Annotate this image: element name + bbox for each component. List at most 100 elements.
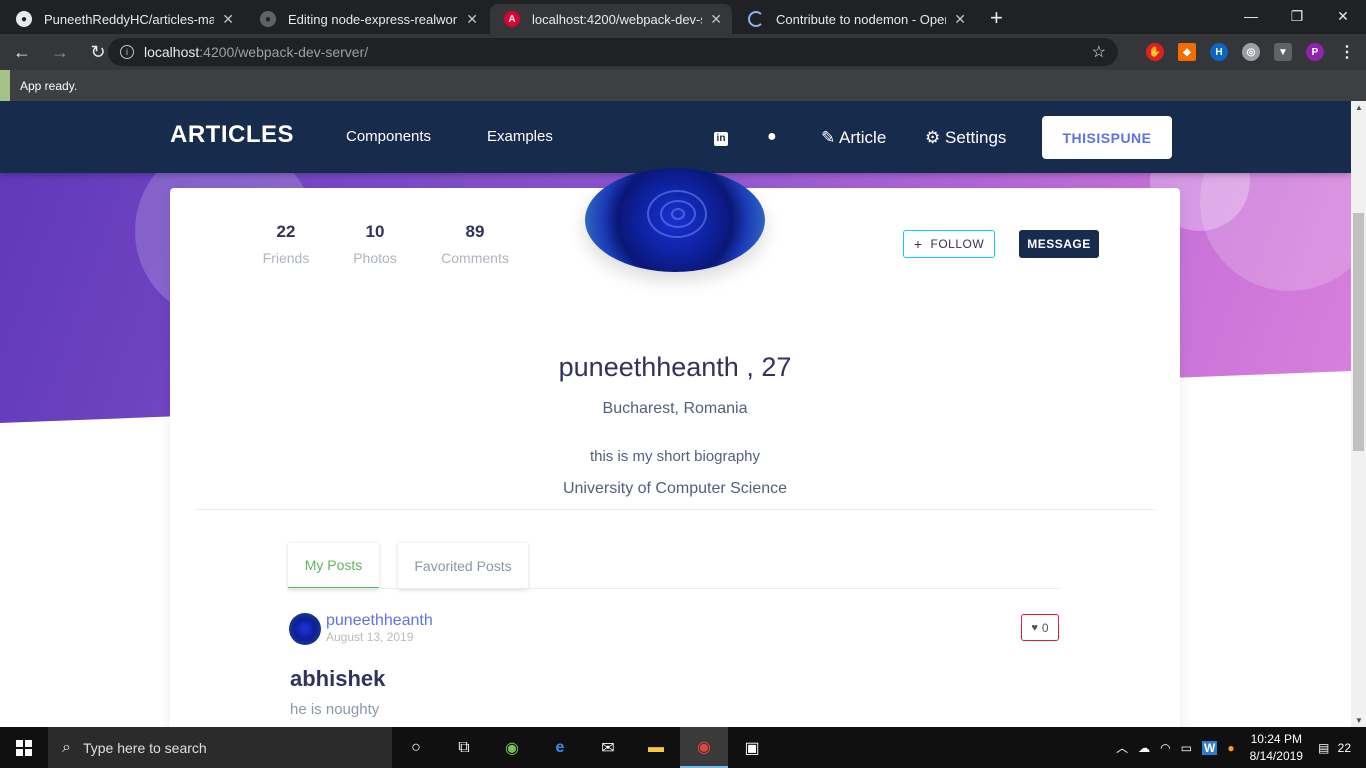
github-icon: ● [16,11,32,27]
browser-toolbar: ← → ↻ i localhost:4200/webpack-dev-serve… [0,34,1366,70]
shield-icon[interactable]: ▼ [1274,43,1292,61]
new-tab-button[interactable]: + [990,4,1003,34]
forward-icon[interactable]: → [44,36,76,68]
post-author-link[interactable]: puneethheanth [326,612,433,630]
browser-tab-2[interactable]: ● Editing node-express-realworld-e ✕ [246,4,488,34]
post-author-avatar[interactable] [289,613,321,645]
close-tab-icon[interactable]: ✕ [710,11,722,28]
post-title[interactable]: abhishek [290,666,385,692]
file-explorer-icon[interactable]: ▬ [632,727,680,768]
profile-avatar[interactable]: P [1306,43,1324,61]
notification-count: 22 [1337,740,1351,755]
taskbar-clock[interactable]: 10:24 PM 8/14/2019 [1250,731,1303,765]
page-scrollbar[interactable]: ▲ ▼ [1351,101,1366,727]
back-icon[interactable]: ← [6,36,38,68]
extension-icon[interactable]: H [1210,43,1228,61]
close-window-icon[interactable]: ✕ [1320,0,1366,32]
rose-petal [671,208,685,220]
tab-favorited-posts[interactable]: Favorited Posts [398,543,528,589]
nav-article-label: Article [839,128,887,147]
tab-title: Editing node-express-realworld-e [288,11,458,27]
close-tab-icon[interactable]: ✕ [222,11,234,28]
scroll-up-icon[interactable]: ▲ [1355,103,1363,112]
stat-label: Comments [441,250,509,266]
browser-tab-3[interactable]: A localhost:4200/webpack-dev-serv ✕ [490,4,732,34]
restore-icon[interactable]: ❐ [1274,0,1320,32]
heart-icon: ♥ [1031,621,1038,634]
taskbar-search[interactable]: ⌕ Type here to search [48,727,392,768]
nav-article[interactable]: ✎ Article [821,128,886,148]
gear-icon: ⚙ [925,128,941,147]
battery-icon[interactable]: ▭ [1181,741,1192,755]
clock-time: 10:24 PM [1250,731,1302,746]
bookmark-star-icon[interactable]: ☆ [1092,42,1106,62]
scrollbar-thumb[interactable] [1353,213,1364,451]
start-button[interactable] [0,727,48,768]
chrome-icon[interactable]: ◉ [680,727,728,768]
browser-tab-strip: ● PuneethReddyHC/articles-manag ✕ ● Edit… [0,0,1366,34]
nav-settings[interactable]: ⚙ Settings [925,128,1006,148]
profile-university: University of Computer Science [562,480,788,497]
tabs-underline [288,588,1059,589]
favorite-count: 0 [1041,620,1049,635]
menu-dots-icon[interactable]: ⋮ [1338,43,1356,61]
browser-tab-4[interactable]: Contribute to nodemon - Open C ✕ [734,4,976,34]
stat-friends: 22 Friends [246,222,326,266]
angular-icon: A [504,11,520,27]
weather-icon[interactable]: ● [1227,741,1234,755]
windows-logo-icon [16,739,32,756]
tab-my-posts[interactable]: My Posts [288,543,379,589]
stat-comments: 89 Comments [435,222,515,266]
stat-value: 22 [276,222,296,241]
system-tray: ︿ ☁ ◠ ▭ W ● 10:24 PM 8/14/2019 ▤ 22 [1111,727,1366,768]
terminal-icon[interactable]: ▣ [728,727,776,768]
github-icon[interactable]: ● [767,128,777,146]
mail-icon[interactable]: ✉ [584,727,632,768]
adblock-icon[interactable]: ✋ [1146,43,1164,61]
stat-photos: 10 Photos [335,222,415,266]
extension-icon[interactable]: ◆ [1178,43,1196,61]
window-controls: — ❐ ✕ [1228,0,1366,32]
url-path: :4200/webpack-dev-server/ [199,44,369,60]
linkedin-icon[interactable]: in [714,128,728,146]
message-button[interactable]: MESSAGE [1019,230,1099,258]
brand-logo[interactable]: ARTICLES [170,121,294,149]
post-description: he is noughty [290,701,380,718]
profile-avatar[interactable] [585,168,765,272]
nav-examples[interactable]: Examples [487,128,553,145]
minimize-icon[interactable]: — [1228,0,1274,32]
tab-title: localhost:4200/webpack-dev-serv [532,11,702,27]
nav-components[interactable]: Components [346,128,431,145]
wifi-icon[interactable]: ◠ [1160,741,1170,755]
favorite-button[interactable]: ♥ 0 [1021,614,1059,641]
info-icon[interactable]: i [120,45,134,59]
profile-bio: this is my short biography [589,448,761,465]
section-divider [195,509,1155,510]
task-view-icon[interactable]: ⧉ [440,727,488,768]
follow-button[interactable]: + FOLLOW [903,230,995,258]
user-button[interactable]: THISISPUNE [1042,116,1172,159]
address-bar[interactable]: i localhost:4200/webpack-dev-server/ ☆ [108,38,1118,66]
profile-location: Bucharest, Romania [602,400,748,417]
scroll-down-icon[interactable]: ▼ [1355,716,1363,725]
cortana-icon[interactable]: ○ [392,727,440,768]
bulb-icon[interactable]: ◎ [1242,43,1260,61]
notification-center[interactable]: ▤ 22 [1318,741,1356,755]
close-tab-icon[interactable]: ✕ [954,11,966,28]
extensions-area: ✋ ◆ H ◎ ▼ P ⋮ [1146,34,1356,70]
close-tab-icon[interactable]: ✕ [466,11,478,28]
site-navbar: ARTICLES Components Examples in ● ✎ Arti… [0,101,1351,173]
github-icon: ● [260,11,276,27]
edge-icon[interactable]: e [536,727,584,768]
post-date: August 13, 2019 [326,630,414,644]
onedrive-icon[interactable]: ☁ [1138,741,1150,755]
chevron-up-icon[interactable]: ︿ [1116,739,1128,756]
word-icon[interactable]: W [1202,740,1218,755]
loading-icon [748,11,764,27]
stat-value: 89 [465,222,485,241]
edit-icon: ✎ [821,128,836,147]
tab-title: Contribute to nodemon - Open C [776,11,947,27]
nav-settings-label: Settings [944,128,1007,147]
android-studio-icon[interactable]: ◉ [488,727,536,768]
browser-tab-1[interactable]: ● PuneethReddyHC/articles-manag ✕ [2,4,244,34]
